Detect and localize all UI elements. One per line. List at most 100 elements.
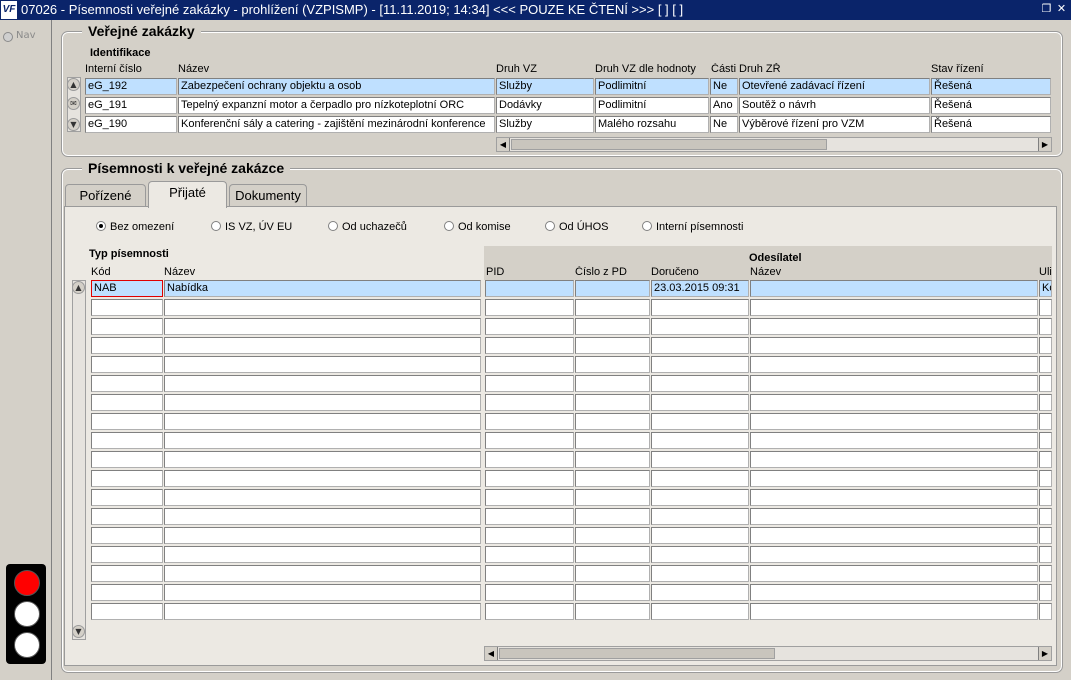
pis-empty-cell[interactable]: [651, 508, 749, 525]
pis-empty-cell[interactable]: [575, 318, 650, 335]
vz-row-2-hodnota[interactable]: Malého rozsahu: [595, 116, 709, 133]
pis-empty-cell[interactable]: [164, 394, 481, 411]
pis-row-0-doruceno[interactable]: 23.03.2015 09:31: [651, 280, 749, 297]
filter-od-uchazecu[interactable]: Od uchazečů: [328, 221, 407, 235]
pis-empty-cell[interactable]: [750, 565, 1038, 582]
pis-empty-cell[interactable]: [485, 413, 574, 430]
pis-vertical-scrollbar[interactable]: [72, 280, 86, 640]
vz-row-0-druh[interactable]: Služby: [496, 78, 594, 95]
pis-empty-cell[interactable]: [651, 375, 749, 392]
pis-empty-cell[interactable]: [164, 565, 481, 582]
pis-empty-cell[interactable]: [164, 508, 481, 525]
pis-empty-cell[interactable]: [1039, 375, 1052, 392]
pis-empty-cell[interactable]: [651, 527, 749, 544]
pis-empty-cell[interactable]: [575, 432, 650, 449]
pis-empty-cell[interactable]: [485, 375, 574, 392]
scroll-left-icon[interactable]: ◀: [485, 647, 498, 660]
pis-empty-cell[interactable]: [1039, 546, 1052, 563]
pis-empty-cell[interactable]: [164, 356, 481, 373]
pis-empty-cell[interactable]: [485, 546, 574, 563]
pis-empty-cell[interactable]: [164, 375, 481, 392]
filter-od-komise[interactable]: Od komise: [444, 221, 511, 235]
pis-empty-cell[interactable]: [1039, 527, 1052, 544]
pis-empty-cell[interactable]: [750, 337, 1038, 354]
pis-row-0-kod[interactable]: NAB: [91, 280, 163, 297]
pis-empty-cell[interactable]: [575, 451, 650, 468]
vz-row-1-stav[interactable]: Řešená: [931, 97, 1051, 114]
pis-empty-cell[interactable]: [651, 603, 749, 620]
vz-row-0-hodnota[interactable]: Podlimitní: [595, 78, 709, 95]
pis-empty-cell[interactable]: [91, 451, 163, 468]
pis-empty-cell[interactable]: [485, 584, 574, 601]
vz-row-0-casti[interactable]: Ne: [710, 78, 738, 95]
pis-empty-cell[interactable]: [164, 584, 481, 601]
pis-empty-cell[interactable]: [91, 508, 163, 525]
pis-empty-cell[interactable]: [575, 299, 650, 316]
pis-empty-cell[interactable]: [164, 489, 481, 506]
pis-empty-cell[interactable]: [485, 356, 574, 373]
pis-empty-cell[interactable]: [91, 565, 163, 582]
pis-empty-cell[interactable]: [750, 299, 1038, 316]
pis-row-0-cislo[interactable]: [575, 280, 650, 297]
pis-empty-cell[interactable]: [750, 413, 1038, 430]
pis-empty-cell[interactable]: [651, 356, 749, 373]
pis-empty-cell[interactable]: [575, 546, 650, 563]
restore-icon[interactable]: ❐: [1040, 2, 1053, 15]
scroll-up-icon[interactable]: ▲: [67, 78, 80, 91]
pis-empty-cell[interactable]: [651, 451, 749, 468]
pis-empty-cell[interactable]: [575, 337, 650, 354]
pis-empty-cell[interactable]: [164, 413, 481, 430]
pis-empty-cell[interactable]: [1039, 299, 1052, 316]
pis-empty-cell[interactable]: [651, 546, 749, 563]
pis-empty-cell[interactable]: [164, 527, 481, 544]
pis-empty-cell[interactable]: [91, 318, 163, 335]
vz-row-2-nazev[interactable]: Konferenční sály a catering - zajištění …: [178, 116, 495, 133]
pis-empty-cell[interactable]: [1039, 584, 1052, 601]
scroll-down-icon[interactable]: ▼: [67, 118, 80, 131]
pis-empty-cell[interactable]: [91, 470, 163, 487]
pis-empty-cell[interactable]: [485, 603, 574, 620]
pis-empty-cell[interactable]: [1039, 318, 1052, 335]
pis-empty-cell[interactable]: [91, 432, 163, 449]
pis-empty-cell[interactable]: [750, 470, 1038, 487]
filter-od-uhos[interactable]: Od ÚHOS: [545, 221, 609, 235]
pis-empty-cell[interactable]: [164, 318, 481, 335]
pis-empty-cell[interactable]: [164, 451, 481, 468]
vz-row-0-druh-zr[interactable]: Otevřené zadávací řízení: [739, 78, 930, 95]
pis-empty-cell[interactable]: [485, 337, 574, 354]
pis-empty-cell[interactable]: [485, 299, 574, 316]
pis-empty-cell[interactable]: [91, 489, 163, 506]
pis-empty-cell[interactable]: [750, 394, 1038, 411]
pis-empty-cell[interactable]: [651, 489, 749, 506]
nav-radio[interactable]: [3, 32, 13, 42]
pis-empty-cell[interactable]: [575, 565, 650, 582]
pis-empty-cell[interactable]: [750, 432, 1038, 449]
tab-dokumenty[interactable]: Dokumenty: [229, 184, 307, 208]
vz-row-0-nazev[interactable]: Zabezpečení ochrany objektu a osob: [178, 78, 495, 95]
pis-empty-cell[interactable]: [485, 394, 574, 411]
pis-empty-cell[interactable]: [575, 489, 650, 506]
pis-empty-cell[interactable]: [485, 470, 574, 487]
pis-empty-cell[interactable]: [164, 603, 481, 620]
pis-empty-cell[interactable]: [575, 508, 650, 525]
tab-porizene[interactable]: Pořízené: [65, 184, 146, 208]
vz-row-0-stav[interactable]: Řešená: [931, 78, 1051, 95]
scroll-right-icon[interactable]: ▶: [1038, 138, 1051, 151]
pis-empty-cell[interactable]: [91, 584, 163, 601]
vz-row-1-casti[interactable]: Ano: [710, 97, 738, 114]
pis-empty-cell[interactable]: [750, 508, 1038, 525]
pis-empty-cell[interactable]: [1039, 508, 1052, 525]
vz-scroll-thumb[interactable]: [511, 139, 827, 150]
scroll-left-icon[interactable]: ◀: [497, 138, 510, 151]
vz-row-1-hodnota[interactable]: Podlimitní: [595, 97, 709, 114]
pis-empty-cell[interactable]: [1039, 356, 1052, 373]
pis-empty-cell[interactable]: [1039, 394, 1052, 411]
close-icon[interactable]: ✕: [1055, 2, 1068, 15]
pis-horizontal-scrollbar[interactable]: ◀ ▶: [484, 646, 1052, 661]
pis-empty-cell[interactable]: [750, 318, 1038, 335]
pis-empty-cell[interactable]: [575, 527, 650, 544]
pis-empty-cell[interactable]: [91, 546, 163, 563]
pis-empty-cell[interactable]: [91, 337, 163, 354]
scroll-up-icon[interactable]: ▲: [72, 281, 85, 294]
pis-empty-cell[interactable]: [750, 584, 1038, 601]
